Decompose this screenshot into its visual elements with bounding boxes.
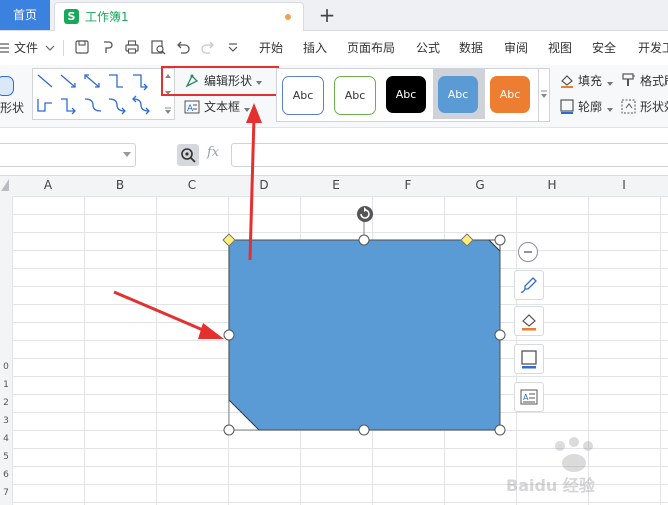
menu-file[interactable]: 文件 [14, 31, 38, 65]
collapse-minus-icon[interactable] [518, 242, 538, 262]
shape-effect-button[interactable]: 形状效 [640, 97, 668, 117]
column-header-f[interactable]: F [372, 175, 444, 195]
column-header-g[interactable]: G [444, 175, 516, 195]
watermark-text: Baidu 经验 [506, 476, 595, 495]
outline-box-icon [521, 350, 537, 369]
row-header[interactable]: 5 [0, 452, 12, 462]
menu-page-layout[interactable]: 页面布局 [347, 31, 395, 65]
fill-button[interactable]: 填充 [578, 71, 602, 91]
column-header-h[interactable]: H [516, 175, 588, 195]
menu-developer[interactable]: 开发工 [638, 31, 668, 65]
column-header-e[interactable]: E [300, 175, 372, 195]
shape-outline-button[interactable] [514, 344, 544, 374]
style-swatch-green-outline[interactable]: Abc [334, 76, 376, 115]
unsaved-dot-icon [285, 14, 291, 20]
svg-text:A: A [523, 393, 529, 402]
shape-layout-button[interactable]: A [514, 382, 544, 412]
row-header[interactable]: 3 [0, 416, 12, 426]
style-gallery-scrollbar[interactable] [538, 68, 550, 122]
shape-style-brush-button[interactable] [514, 270, 544, 300]
outline-dropdown-icon[interactable] [606, 103, 614, 117]
redo-icon[interactable] [200, 39, 216, 55]
annotation-arrows [113, 103, 262, 339]
hamburger-icon[interactable] [0, 31, 10, 65]
rotate-handle-icon[interactable] [355, 204, 375, 224]
tab-home[interactable]: 首页 [0, 0, 50, 30]
print-icon[interactable] [124, 39, 140, 55]
menu-start[interactable]: 开始 [259, 31, 283, 65]
column-header-a[interactable]: A [12, 175, 84, 195]
customize-chevron-icon[interactable] [225, 39, 241, 55]
watermark: Baidu 经验 [506, 436, 656, 496]
formula-input[interactable] [231, 143, 668, 167]
select-all-corner-icon[interactable] [0, 177, 10, 193]
menu-data[interactable]: 数据 [459, 31, 483, 65]
style-swatch-blue[interactable]: Abc [438, 76, 478, 113]
column-header-i[interactable]: I [588, 175, 660, 195]
outline-button[interactable]: 轮廓 [578, 97, 602, 117]
menu-formula[interactable]: 公式 [416, 31, 440, 65]
paw-logo-icon [555, 437, 593, 472]
text-wrap-icon: A [520, 389, 538, 405]
save-icon[interactable] [74, 39, 90, 55]
row-header[interactable]: 4 [0, 434, 12, 444]
menu-insert[interactable]: 插入 [303, 31, 327, 65]
file-chevron-down-icon[interactable] [44, 31, 56, 65]
fill-icon[interactable] [559, 72, 575, 91]
menu-divider [63, 40, 64, 56]
shape-effect-icon[interactable] [621, 99, 637, 118]
style-swatch-black[interactable]: Abc [386, 76, 426, 113]
row-header[interactable]: 7 [0, 488, 12, 498]
row-header[interactable]: 1 [0, 380, 12, 390]
print-preview-icon[interactable] [150, 39, 166, 55]
fill-bucket-icon [522, 314, 536, 331]
export-icon[interactable] [100, 39, 116, 55]
tab-workbook[interactable]: S 工作簿1 [54, 2, 304, 31]
style-swatch-blue-outline[interactable]: Abc [282, 76, 324, 115]
format-painter-icon[interactable] [621, 72, 637, 91]
edit-shape-highlight-box [161, 66, 279, 96]
fill-dropdown-icon[interactable] [606, 77, 614, 91]
menu-view[interactable]: 视图 [548, 31, 572, 65]
undo-icon[interactable] [175, 39, 191, 55]
row-header[interactable]: 0 [0, 362, 12, 372]
new-tab-button[interactable]: + [316, 3, 338, 27]
shape-label[interactable]: 形状 [0, 98, 24, 118]
style-swatch-orange[interactable]: Abc [490, 76, 530, 113]
format-painter-button[interactable]: 格式刷 [640, 71, 668, 91]
spreadsheet-icon: S [64, 9, 79, 24]
tab-workbook-label: 工作簿1 [85, 10, 129, 24]
menu-review[interactable]: 审阅 [504, 31, 528, 65]
row-header[interactable]: 6 [0, 470, 12, 480]
row-header[interactable]: 2 [0, 398, 12, 408]
shape-icon[interactable] [0, 76, 14, 96]
shape-fill-button[interactable] [514, 306, 544, 336]
brush-icon [520, 277, 537, 293]
outline-icon[interactable] [559, 99, 575, 118]
menu-security[interactable]: 安全 [592, 31, 616, 65]
